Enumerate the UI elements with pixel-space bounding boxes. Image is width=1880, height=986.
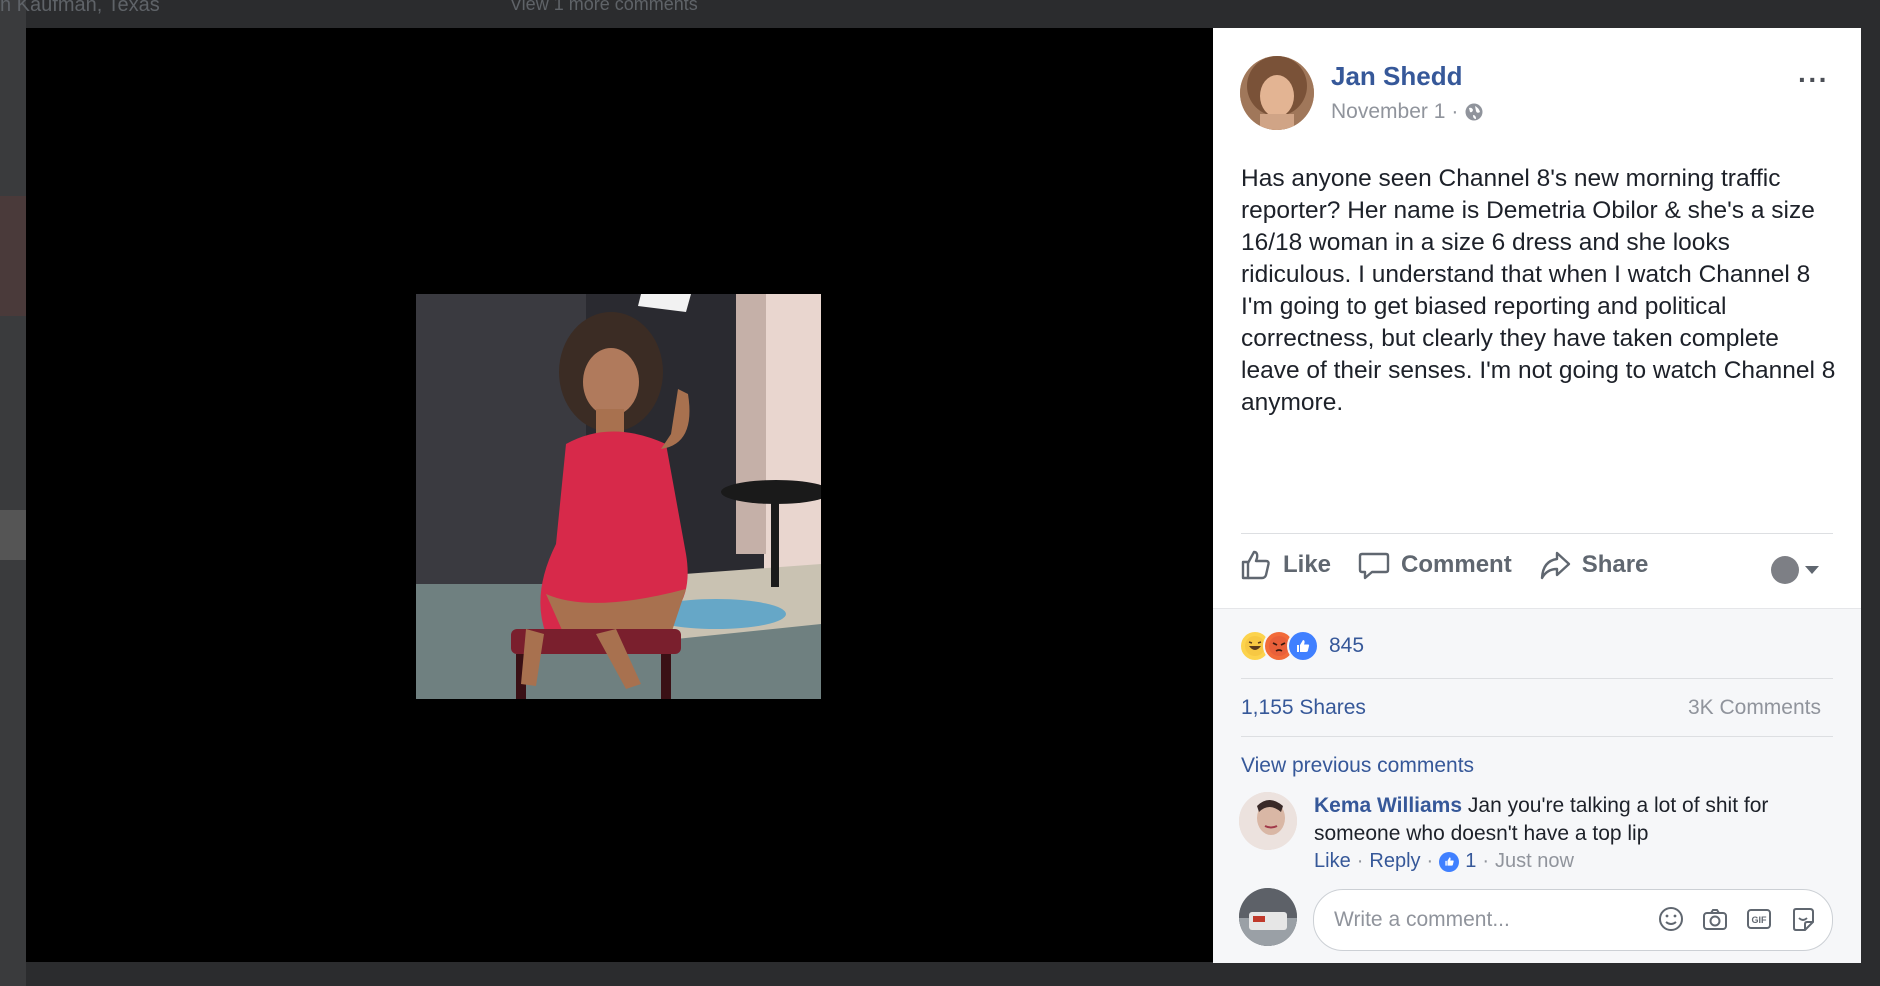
photo-viewer[interactable] xyxy=(26,28,1213,962)
post-content: Jan Shedd November 1 · ··· Has anyone se… xyxy=(1213,28,1861,608)
reaction-count[interactable]: 845 xyxy=(1329,634,1364,658)
gif-icon[interactable]: GIF xyxy=(1744,904,1774,934)
thumbs-up-icon xyxy=(1241,550,1270,580)
background-more-comments: View 1 more comments xyxy=(510,0,698,14)
like-button[interactable]: Like xyxy=(1239,548,1331,582)
commenter-avatar[interactable] xyxy=(1239,792,1297,850)
meta-separator: · xyxy=(1451,100,1459,123)
background-thumbnail xyxy=(0,196,26,316)
comment-reply-link[interactable]: Reply xyxy=(1369,850,1420,873)
like-count-icon xyxy=(1439,851,1460,872)
commenter-name[interactable]: Kema Williams xyxy=(1314,794,1462,817)
post-meta: November 1 · xyxy=(1331,100,1484,124)
view-previous-comments-link[interactable]: View previous comments xyxy=(1241,754,1474,778)
viewer-avatar xyxy=(1771,556,1799,584)
share-button[interactable]: Share xyxy=(1538,548,1649,582)
comment-label: Comment xyxy=(1401,551,1512,578)
camera-icon[interactable] xyxy=(1700,904,1730,934)
comment-actions: Like · Reply · 1 · Just now xyxy=(1314,850,1574,873)
emoji-icon[interactable] xyxy=(1656,904,1686,934)
chevron-down-icon xyxy=(1805,566,1819,574)
comments-count[interactable]: 3K Comments xyxy=(1688,696,1821,720)
post-date[interactable]: November 1 xyxy=(1331,100,1445,124)
background-thumbnail xyxy=(0,510,26,560)
comment-button[interactable]: Comment xyxy=(1357,548,1512,582)
sticker-icon[interactable] xyxy=(1788,904,1818,934)
share-label: Share xyxy=(1581,551,1649,578)
comment-body: Kema Williams Jan you're talking a lot o… xyxy=(1314,792,1834,848)
post-photo[interactable] xyxy=(416,294,821,699)
reaction-audience-selector[interactable] xyxy=(1771,556,1819,584)
reactions-summary[interactable]: 845 xyxy=(1239,630,1364,662)
shares-count[interactable]: 1,155 Shares xyxy=(1241,696,1366,720)
like-label: Like xyxy=(1283,551,1332,578)
like-reaction-icon xyxy=(1287,630,1319,662)
divider xyxy=(1241,736,1833,737)
separator: · xyxy=(1356,850,1364,872)
author-name[interactable]: Jan Shedd xyxy=(1331,61,1462,92)
comment-like-link[interactable]: Like xyxy=(1314,850,1351,873)
comment-like-count[interactable]: 1 xyxy=(1465,850,1476,873)
background-page-strip xyxy=(0,0,26,986)
current-user-avatar xyxy=(1239,888,1297,946)
composer-tools: GIF xyxy=(1656,904,1818,934)
post-text: Has anyone seen Channel 8's new morning … xyxy=(1241,165,1836,416)
svg-text:GIF: GIF xyxy=(1752,915,1768,925)
post-panel: Jan Shedd November 1 · ··· Has anyone se… xyxy=(1213,28,1861,963)
comment-composer[interactable]: GIF xyxy=(1313,889,1833,951)
comment-icon xyxy=(1358,552,1390,580)
photo-image xyxy=(416,294,821,699)
comment-input[interactable] xyxy=(1332,890,1656,950)
separator: · xyxy=(1482,850,1489,872)
divider xyxy=(1241,533,1833,534)
separator: · xyxy=(1426,850,1434,872)
divider xyxy=(1241,678,1833,679)
globe-icon[interactable] xyxy=(1464,102,1484,122)
post-actions: Like Comment Share xyxy=(1239,548,1674,582)
post-options-button[interactable]: ··· xyxy=(1798,64,1829,96)
background-location-text: n Kaufman, Texas xyxy=(0,0,160,16)
share-icon xyxy=(1540,551,1570,580)
comment-time[interactable]: Just now xyxy=(1495,850,1574,873)
author-avatar[interactable] xyxy=(1240,56,1314,130)
